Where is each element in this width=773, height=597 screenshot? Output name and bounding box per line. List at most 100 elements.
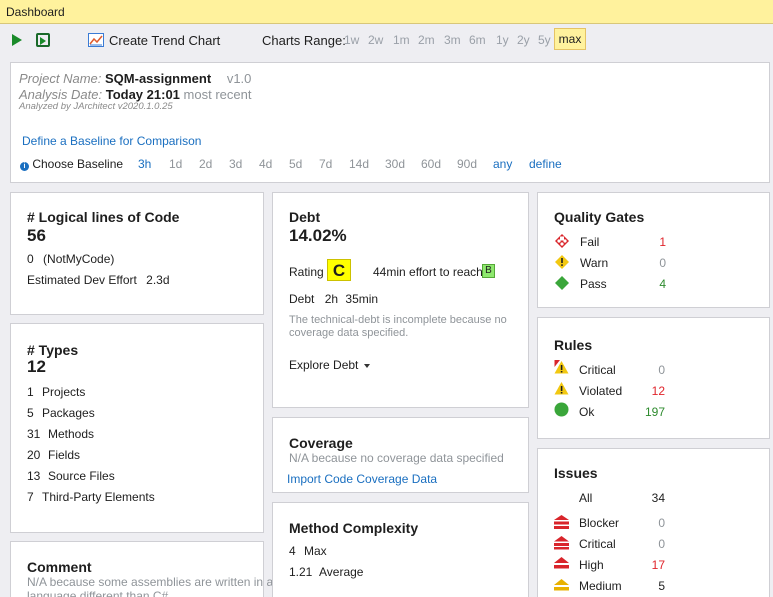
baseline-3h[interactable]: 3h <box>138 157 151 171</box>
rules-panel <box>537 317 770 439</box>
explore-debt-dropdown[interactable]: Explore Debt <box>289 358 371 372</box>
effort-to-reach: 44min effort to reach <box>373 265 483 279</box>
refresh-icon[interactable] <box>36 33 50 47</box>
types-row-label[interactable]: Packages <box>42 406 95 420</box>
types-row: 5 Packages <box>27 406 95 420</box>
baseline-2d[interactable]: 2d <box>199 157 212 171</box>
complexity-row-value: 4 <box>289 544 296 558</box>
analysis-date-note: most recent <box>183 87 252 102</box>
explore-debt-label: Explore Debt <box>289 358 359 372</box>
baseline-4d[interactable]: 4d <box>259 157 272 171</box>
types-row-count: 20 <box>27 448 41 462</box>
dev-effort-value: 2.3d <box>146 273 170 287</box>
range-2w-button[interactable]: 2w <box>368 33 383 47</box>
types-row-label[interactable]: Third-Party Elements <box>42 490 155 504</box>
run-analysis-icon[interactable] <box>12 34 22 46</box>
debt-value: 14.02% <box>289 226 347 245</box>
rules-title: Rules <box>554 337 593 353</box>
baseline-define[interactable]: define <box>529 157 562 171</box>
range-3m-button[interactable]: 3m <box>444 33 461 47</box>
gate-pass-label[interactable]: Pass <box>580 277 607 291</box>
rating-label: Rating <box>289 265 324 279</box>
range-2m-button[interactable]: 2m <box>418 33 435 47</box>
issues-blocker-value: 0 <box>658 516 665 530</box>
warn-icon <box>555 255 569 269</box>
baseline-90d[interactable]: 90d <box>457 157 477 171</box>
define-baseline-link[interactable]: Define a Baseline for Comparison <box>22 134 201 148</box>
create-trend-chart-button[interactable]: Create Trend Chart <box>109 33 220 48</box>
comment-title: Comment <box>27 559 92 575</box>
gate-warn-label[interactable]: Warn <box>580 256 608 270</box>
import-coverage-link[interactable]: Import Code Coverage Data <box>287 472 437 486</box>
types-row: 7 Third-Party Elements <box>27 490 155 504</box>
trend-chart-icon[interactable] <box>88 33 104 47</box>
issues-all-label[interactable]: All <box>579 491 592 505</box>
charts-range-label: Charts Range: <box>262 33 346 48</box>
debt-minutes: 35min <box>345 292 379 306</box>
debt-time-row: Debt 2h 35min <box>289 292 378 306</box>
range-5y-button[interactable]: 5y <box>538 33 551 47</box>
rules-violated-value: 12 <box>651 384 665 398</box>
analysis-date-row: Analysis Date: Today 21:01 most recent <box>19 87 251 102</box>
choose-baseline[interactable]: i Choose Baseline <box>20 157 123 171</box>
critical-issue-icon <box>554 536 569 550</box>
types-row-count: 7 <box>27 490 34 504</box>
rules-violated-label[interactable]: Violated <box>579 384 622 398</box>
issues-critical-label[interactable]: Critical <box>579 537 616 551</box>
project-version: v1.0 <box>226 71 252 86</box>
range-max-button[interactable]: max <box>554 28 586 50</box>
rules-ok-label[interactable]: Ok <box>579 405 594 419</box>
comment-note-line2: language different than C# <box>27 589 169 597</box>
coverage-note: N/A because no coverage data specified <box>289 451 504 465</box>
issues-all-value: 34 <box>651 491 665 505</box>
window-titlebar: Dashboard <box>0 0 773 24</box>
critical-rule-icon <box>554 360 569 374</box>
baseline-7d[interactable]: 7d <box>319 157 332 171</box>
issues-high-label[interactable]: High <box>579 558 604 572</box>
project-name-row: Project Name: SQM-assignment v1.0 <box>19 71 251 86</box>
baseline-5d[interactable]: 5d <box>289 157 302 171</box>
types-row-label[interactable]: Methods <box>48 427 94 441</box>
info-icon: i <box>20 162 29 171</box>
baseline-30d[interactable]: 30d <box>385 157 405 171</box>
chevron-down-icon <box>364 363 371 368</box>
medium-issue-icon <box>554 579 569 591</box>
issues-title: Issues <box>554 465 598 481</box>
types-row-label[interactable]: Fields <box>48 448 80 462</box>
baseline-1d[interactable]: 1d <box>169 157 182 171</box>
issues-blocker-label[interactable]: Blocker <box>579 516 619 530</box>
gate-fail-value: 1 <box>659 235 666 249</box>
coverage-title: Coverage <box>289 435 353 451</box>
range-1w-button[interactable]: 1w <box>344 33 359 47</box>
types-row: 13 Source Files <box>27 469 115 483</box>
baseline-any[interactable]: any <box>493 157 512 171</box>
types-row-label[interactable]: Projects <box>42 385 85 399</box>
gate-pass-value: 4 <box>659 277 666 291</box>
types-row-count: 1 <box>27 385 34 399</box>
gate-warn-value: 0 <box>659 256 666 270</box>
complexity-row: 4 Max <box>289 544 327 558</box>
high-issue-icon <box>554 557 569 569</box>
types-row-count: 5 <box>27 406 34 420</box>
project-name: SQM-assignment <box>105 71 212 86</box>
baseline-60d[interactable]: 60d <box>421 157 441 171</box>
baseline-3d[interactable]: 3d <box>229 157 242 171</box>
fail-icon <box>555 234 569 248</box>
dev-effort-row: Estimated Dev Effort 2.3d <box>27 273 170 287</box>
range-1y-button[interactable]: 1y <box>496 33 509 47</box>
analysis-date-label: Analysis Date: <box>19 87 103 102</box>
blocker-icon <box>554 515 569 529</box>
types-row-count: 13 <box>27 469 41 483</box>
types-row-label[interactable]: Source Files <box>48 469 115 483</box>
analysis-date: Today 21:01 <box>105 87 180 102</box>
debt-hours: 2h <box>324 292 339 306</box>
range-2y-button[interactable]: 2y <box>517 33 530 47</box>
range-6m-button[interactable]: 6m <box>469 33 486 47</box>
range-1m-button[interactable]: 1m <box>393 33 410 47</box>
loc-value: 56 <box>27 226 46 245</box>
gate-fail-label[interactable]: Fail <box>580 235 599 249</box>
baseline-14d[interactable]: 14d <box>349 157 369 171</box>
types-row: 20 Fields <box>27 448 80 462</box>
issues-medium-label[interactable]: Medium <box>579 579 622 593</box>
rules-critical-label[interactable]: Critical <box>579 363 616 377</box>
